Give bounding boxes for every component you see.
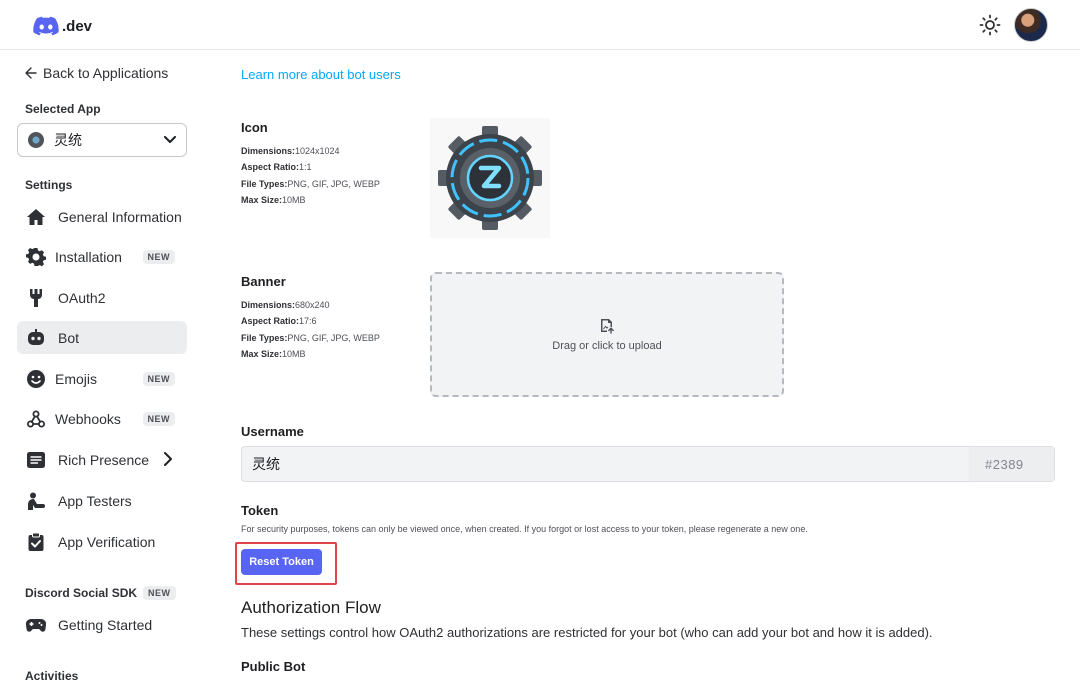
sidebar-item-label: OAuth2 (58, 289, 106, 306)
sidebar-item-label: Installation (55, 248, 122, 265)
discriminator: #2389 (969, 447, 1054, 481)
banner-meta: Dimensions:680x240 Aspect Ratio:17:6 Fil… (241, 300, 380, 359)
sidebar-item-label: Getting Started (58, 616, 153, 633)
tester-icon (25, 490, 47, 512)
bot-icon-preview[interactable] (430, 118, 550, 238)
chevron-right-icon (164, 452, 172, 466)
arrow-left-icon (25, 67, 37, 79)
token-title: Token (241, 503, 279, 518)
new-badge: NEW (142, 371, 175, 386)
sidebar-item-emojis[interactable]: Emojis NEW (17, 362, 187, 395)
sidebar-item-bot[interactable]: Bot (17, 321, 187, 354)
clipboard-check-icon (25, 531, 47, 553)
reset-token-button[interactable]: Reset Token (241, 549, 322, 575)
banner-title: Banner (241, 274, 286, 289)
social-sdk-label: Discord Social SDK NEW (25, 586, 176, 600)
new-badge: NEW (143, 586, 176, 600)
main-content: Learn more about bot users Icon Dimensio… (235, 51, 1056, 680)
upload-text: Drag or click to upload (552, 339, 662, 352)
back-link-label: Back to Applications (43, 65, 169, 81)
username-input[interactable]: 灵统 #2389 (241, 446, 1055, 482)
chevron-down-icon (164, 136, 176, 143)
social-sdk-text: Discord Social SDK (25, 586, 138, 600)
sidebar-item-webhooks[interactable]: Webhooks NEW (17, 402, 187, 435)
sidebar-item-label: Emojis (55, 370, 98, 387)
activities-label: Activities (25, 669, 79, 680)
icon-title: Icon (241, 120, 268, 135)
discord-icon (33, 16, 59, 36)
sidebar: Back to Applications Selected App 灵统 Set… (0, 51, 205, 680)
authorization-flow-description: These settings control how OAuth2 author… (241, 625, 933, 640)
bot-icon (25, 327, 47, 349)
app-icon (28, 132, 44, 148)
app-selector-value: 灵统 (54, 132, 82, 148)
sidebar-item-oauth2[interactable]: OAuth2 (17, 281, 187, 314)
back-to-applications-link[interactable]: Back to Applications (25, 65, 168, 81)
upload-image-icon (601, 318, 614, 334)
new-badge: NEW (142, 249, 175, 264)
sidebar-item-label: General Information (58, 208, 182, 225)
logo-text: .dev (62, 17, 93, 35)
wrench-icon (25, 287, 47, 309)
icon-meta: Dimensions:1024x1024 Aspect Ratio:1:1 Fi… (241, 146, 380, 205)
sidebar-item-label: Rich Presence (58, 451, 150, 468)
home-icon (25, 206, 47, 228)
sidebar-item-installation[interactable]: Installation NEW (17, 240, 187, 273)
gamepad-icon (25, 614, 47, 636)
logo[interactable]: .dev (33, 15, 92, 37)
user-avatar[interactable] (1014, 8, 1048, 42)
username-title: Username (241, 424, 304, 439)
banner-upload-dropzone[interactable]: Drag or click to upload (430, 272, 784, 397)
list-icon (25, 449, 47, 471)
sidebar-item-getting-started[interactable]: Getting Started (17, 608, 187, 641)
settings-label: Settings (25, 178, 73, 192)
selected-app-label: Selected App (25, 102, 101, 116)
sidebar-item-label: Webhooks (55, 410, 121, 427)
smile-icon (25, 368, 47, 390)
sun-icon[interactable] (979, 14, 1001, 36)
top-bar: .dev (0, 0, 1080, 50)
sidebar-item-label: App Verification (58, 533, 156, 550)
gear-icon (25, 246, 47, 268)
learn-more-link[interactable]: Learn more about bot users (241, 67, 401, 82)
webhook-icon (25, 408, 47, 430)
sidebar-item-app-testers[interactable]: App Testers (17, 484, 187, 517)
token-description: For security purposes, tokens can only b… (241, 524, 808, 534)
sidebar-item-rich-presence[interactable]: Rich Presence (17, 443, 187, 476)
new-badge: NEW (142, 411, 175, 426)
public-bot-label: Public Bot (241, 659, 306, 674)
sidebar-item-app-verification[interactable]: App Verification (17, 525, 187, 558)
app-selector[interactable]: 灵统 (17, 123, 187, 157)
authorization-flow-heading: Authorization Flow (241, 598, 381, 617)
username-value: 灵统 (252, 456, 280, 472)
sidebar-item-label: Bot (58, 329, 80, 346)
sidebar-item-general-information[interactable]: General Information (17, 200, 187, 233)
sidebar-item-label: App Testers (58, 492, 132, 509)
